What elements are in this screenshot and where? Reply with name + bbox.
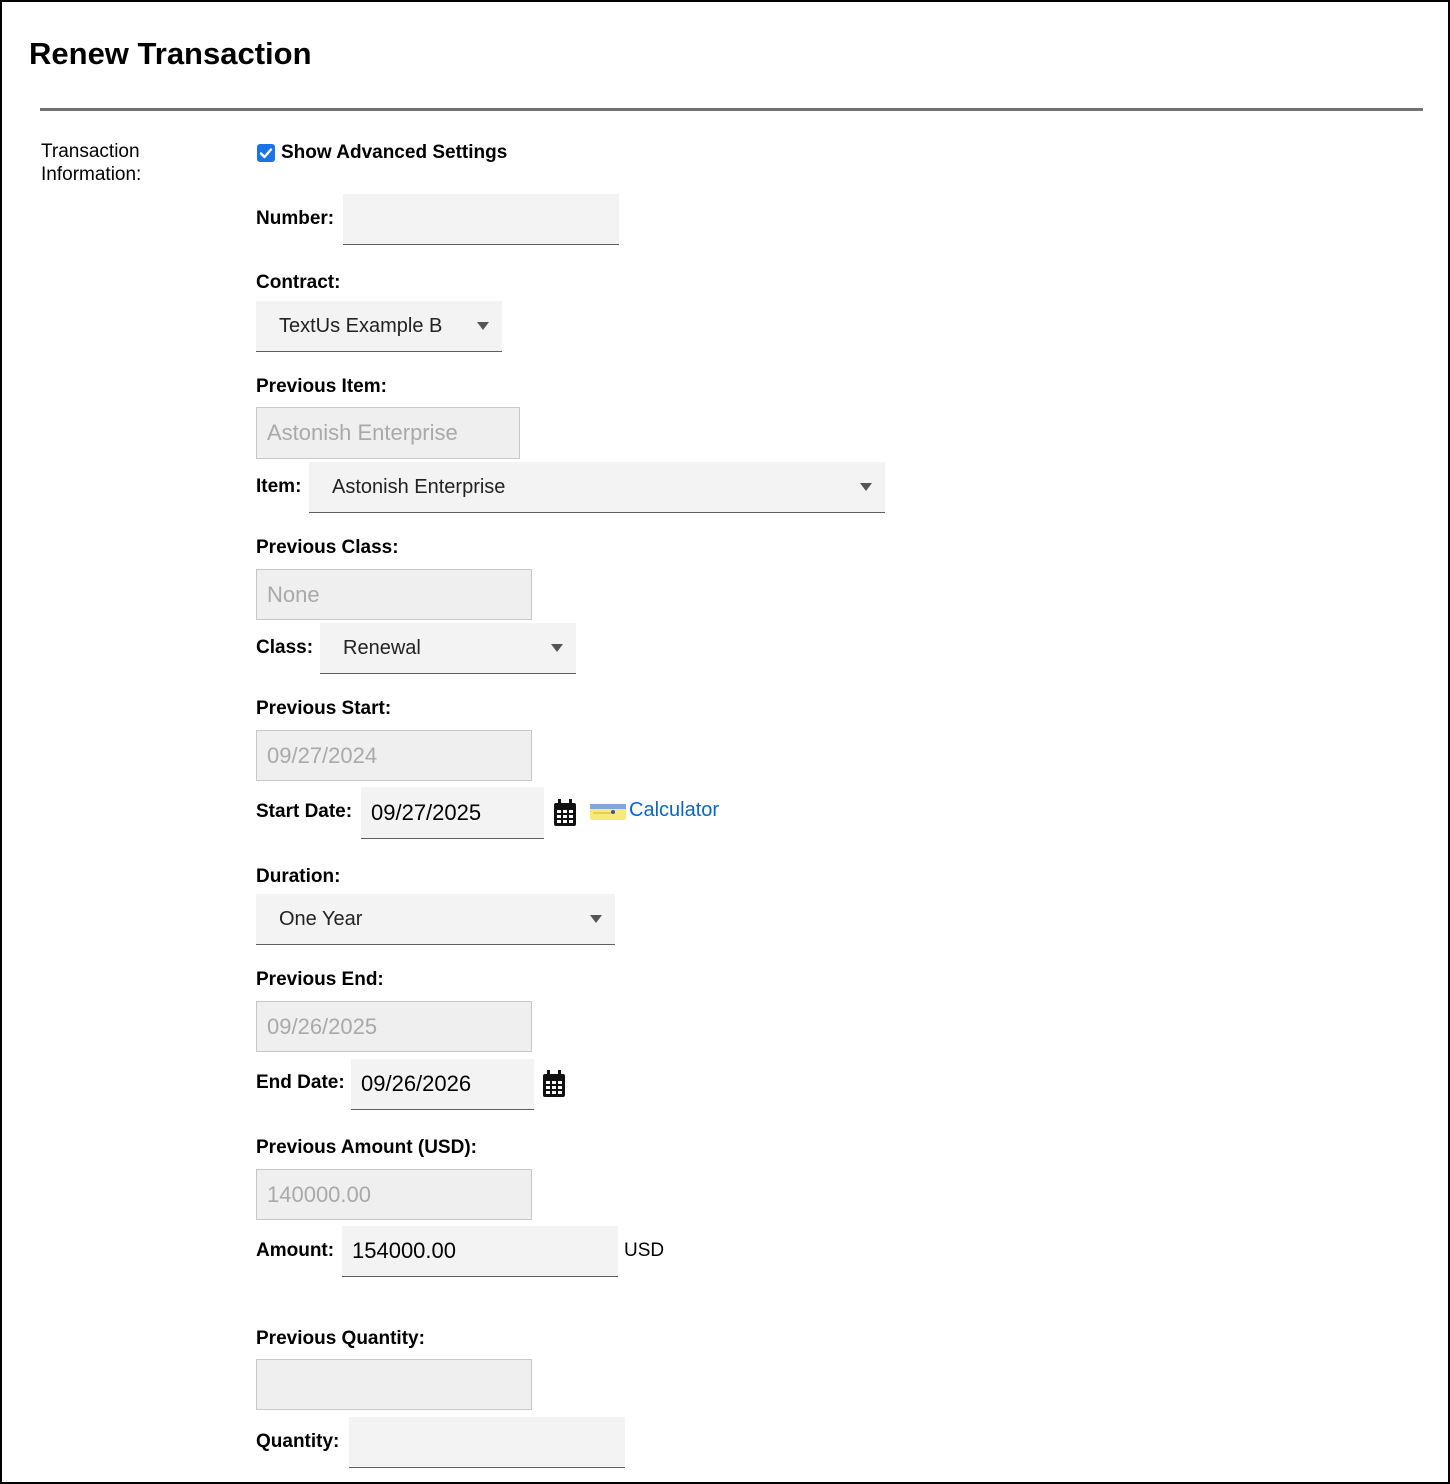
renew-transaction-panel: Renew Transaction Transaction Informatio…: [0, 0, 1450, 1484]
class-label: Class:: [256, 637, 314, 658]
previous-class-label: Previous Class:: [256, 537, 399, 558]
class-select-value: Renewal: [343, 636, 421, 659]
contract-label: Contract:: [256, 272, 341, 293]
calculator-link[interactable]: Calculator: [629, 799, 719, 822]
previous-amount-field: 140000.00: [256, 1169, 532, 1220]
chevron-down-icon: [477, 322, 489, 330]
start-date-input[interactable]: 09/27/2025: [361, 787, 544, 839]
section-label: Transaction Information:: [41, 141, 142, 185]
amount-currency: USD: [624, 1240, 665, 1261]
previous-item-label: Previous Item:: [256, 376, 387, 397]
item-label: Item:: [256, 476, 302, 497]
previous-item-field: Astonish Enterprise: [256, 407, 520, 459]
page-title: Renew Transaction: [29, 36, 312, 71]
chevron-down-icon: [590, 915, 602, 923]
previous-end-label: Previous End:: [256, 969, 384, 990]
calendar-icon[interactable]: [542, 1070, 566, 1103]
start-date-label: Start Date:: [256, 801, 353, 822]
previous-quantity-label: Previous Quantity:: [256, 1328, 425, 1349]
previous-amount-label: Previous Amount (USD):: [256, 1137, 477, 1158]
quantity-input[interactable]: [349, 1417, 625, 1468]
chevron-down-icon: [860, 483, 872, 491]
number-input[interactable]: [343, 194, 619, 245]
show-advanced-label[interactable]: Show Advanced Settings: [281, 142, 507, 164]
previous-start-field: 09/27/2024: [256, 730, 532, 781]
chevron-down-icon: [551, 644, 563, 652]
previous-end-field: 09/26/2025: [256, 1001, 532, 1052]
duration-label: Duration:: [256, 866, 341, 887]
duration-select[interactable]: One Year: [256, 894, 615, 945]
title-divider: [40, 108, 1423, 111]
quantity-label: Quantity:: [256, 1431, 340, 1452]
number-label: Number:: [256, 208, 335, 229]
previous-quantity-field: [256, 1359, 532, 1410]
item-select[interactable]: Astonish Enterprise: [309, 462, 885, 513]
contract-select-value: TextUs Example B: [279, 314, 443, 337]
duration-select-value: One Year: [279, 907, 363, 930]
contract-select[interactable]: TextUs Example B: [256, 301, 502, 352]
previous-start-label: Previous Start:: [256, 698, 392, 719]
class-select[interactable]: Renewal: [320, 623, 576, 674]
calculator-icon[interactable]: [590, 802, 626, 827]
item-select-value: Astonish Enterprise: [332, 475, 506, 498]
calendar-icon[interactable]: [553, 799, 577, 832]
previous-class-field: None: [256, 569, 532, 620]
end-date-label: End Date:: [256, 1072, 345, 1093]
show-advanced-checkbox[interactable]: [257, 144, 275, 162]
amount-label: Amount:: [256, 1240, 335, 1261]
amount-input[interactable]: 154000.00: [342, 1226, 618, 1277]
end-date-input[interactable]: 09/26/2026: [351, 1059, 534, 1110]
checkbox-checked-icon: [259, 148, 273, 159]
